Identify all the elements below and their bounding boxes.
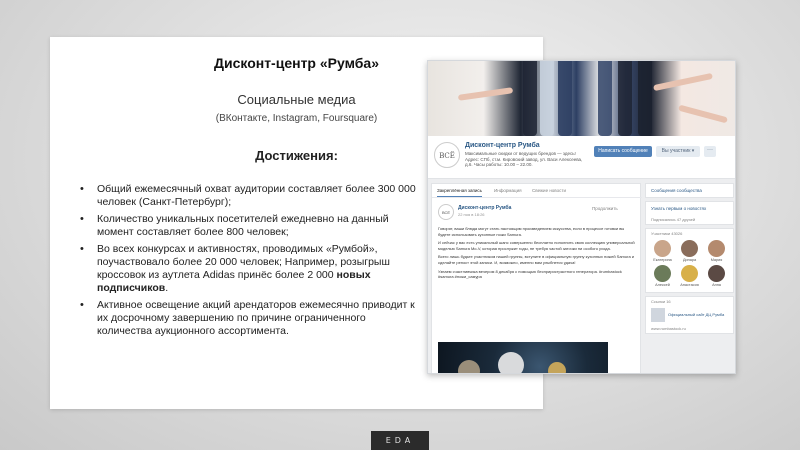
avatar bbox=[654, 265, 671, 282]
tab-news[interactable]: Свежие новости bbox=[532, 188, 566, 193]
group-header: ВСЁ Дисконт-центр Румба Максимальные ски… bbox=[428, 136, 735, 179]
group-cover-photo bbox=[428, 61, 735, 136]
group-description: Максимальные скидки от ведущих брендов —… bbox=[465, 151, 583, 167]
friends-subscribed[interactable]: Подписались 47 друзей bbox=[646, 215, 733, 224]
group-name: Дисконт-центр Румба bbox=[465, 142, 540, 149]
post-image[interactable] bbox=[438, 342, 608, 373]
tab-info[interactable]: Информация bbox=[494, 188, 522, 193]
avatar bbox=[681, 240, 698, 257]
tab-pinned[interactable]: Закреплённая запись bbox=[437, 188, 483, 197]
link-title[interactable]: Официальный сайт ДЦ Румба bbox=[668, 312, 724, 317]
send-message-button[interactable]: Написать сообщение bbox=[594, 146, 652, 157]
wall-tabs: Закреплённая запись Информация Свежие но… bbox=[432, 184, 642, 198]
vk-screenshot: ВСЁ Дисконт-центр Румба Максимальные ски… bbox=[427, 60, 736, 374]
avatar bbox=[708, 265, 725, 282]
member-item[interactable]: Екатерина bbox=[649, 240, 676, 262]
member-status-button[interactable]: Вы участник ▾ bbox=[656, 146, 700, 157]
post-pin-label[interactable]: Продолжить bbox=[592, 206, 618, 211]
avatar bbox=[654, 240, 671, 257]
members-label[interactable]: Участники 43026 bbox=[646, 229, 733, 238]
link-thumbnail bbox=[651, 308, 665, 322]
links-label[interactable]: Ссылки 16 bbox=[646, 297, 733, 306]
post-text: Говорят, ваши блюда могут стать настоящи… bbox=[438, 226, 635, 280]
achievement-item: Активное освещение акций арендаторов еже… bbox=[80, 299, 420, 338]
achievement-item: Во всех конкурсах и активностях, проводи… bbox=[80, 243, 420, 295]
group-logo[interactable]: ВСЁ bbox=[434, 142, 460, 168]
member-item[interactable]: Мария bbox=[703, 240, 730, 262]
avatar bbox=[708, 240, 725, 257]
sidebar: Сообщения сообщества Узнать первым о нов… bbox=[645, 183, 734, 373]
footer-badge: EDA bbox=[371, 431, 429, 450]
more-button[interactable]: ··· bbox=[704, 146, 716, 157]
links-block: Ссылки 16 Официальный сайт ДЦ Румба www.… bbox=[645, 296, 734, 334]
members-block: Участники 43026 Екатерина Динара Мария А… bbox=[645, 228, 734, 293]
member-item[interactable]: Динара bbox=[676, 240, 703, 262]
avatar bbox=[681, 265, 698, 282]
achievements-list: Общий ежемесячный охват аудитории состав… bbox=[80, 183, 420, 342]
member-item[interactable]: Анастасия bbox=[676, 265, 703, 287]
achievement-item: Количество уникальных посетителей ежедне… bbox=[80, 213, 420, 239]
member-item[interactable]: Алексей bbox=[649, 265, 676, 287]
member-item[interactable]: Анна bbox=[703, 265, 730, 287]
notify-link[interactable]: Узнать первым о новостях bbox=[646, 202, 733, 215]
community-messages-link[interactable]: Сообщения сообщества bbox=[646, 184, 733, 197]
achievement-item: Общий ежемесячный охват аудитории состав… bbox=[80, 183, 420, 209]
wall: Закреплённая запись Информация Свежие но… bbox=[431, 183, 642, 373]
post-author[interactable]: Дисконт-центр Румба bbox=[458, 205, 511, 211]
post-avatar[interactable]: ВСЁ bbox=[438, 204, 454, 220]
link-url[interactable]: www.rumbastock.ru bbox=[646, 324, 733, 333]
post-date[interactable]: 22 ноя в 18:26 bbox=[458, 212, 485, 217]
